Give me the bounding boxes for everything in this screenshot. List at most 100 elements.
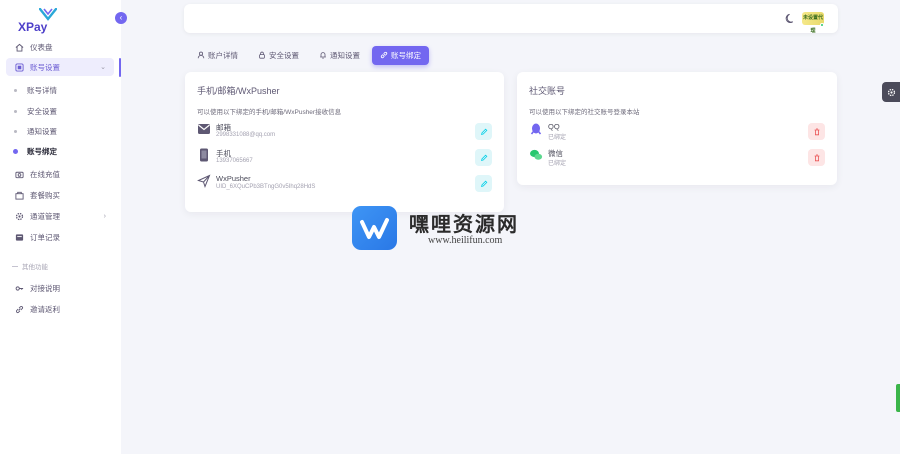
binding-row-email: 邮箱 2998331088@qq.com: [197, 120, 492, 144]
floating-side-tab[interactable]: [896, 384, 900, 412]
package-icon: [14, 190, 24, 200]
phone-icon: [200, 148, 208, 162]
sidebar-item-recharge[interactable]: 在线充值: [6, 165, 114, 183]
social-row-wechat: 微信 已绑定: [529, 146, 825, 170]
edit-icon: [480, 128, 487, 135]
account-tabs: 账户详情 安全设置 通知设置 账号绑定: [189, 46, 429, 65]
sidebar-subitem-label: 账号绑定: [27, 146, 57, 156]
sidebar-item-channels[interactable]: 通道管理 ›: [6, 207, 114, 225]
sidebar-subitem-account-details[interactable]: 账号详情: [14, 83, 57, 97]
sidebar: XPay 仪表盘 账号设置 ⌄ 账号详情 安全设置 通知设置 账号绑定 在线充值…: [0, 0, 121, 454]
key-icon: [14, 283, 24, 293]
account-settings-icon: [14, 62, 24, 72]
bullet-icon: [14, 129, 17, 133]
account-value: 2998331088@qq.com: [216, 132, 276, 138]
section-label-text: 其他功能: [22, 264, 48, 271]
social-row-qq: QQ 已绑定: [529, 120, 825, 144]
sidebar-item-packages[interactable]: 套餐购买: [6, 186, 114, 204]
sidebar-item-label: 套餐购买: [30, 190, 60, 200]
mail-icon: [198, 124, 210, 134]
active-indicator: [119, 58, 121, 77]
online-status-dot: [820, 23, 824, 27]
tab-security[interactable]: 安全设置: [250, 46, 307, 65]
card-description: 可以使用以下绑定的社交账号登录本站: [529, 109, 640, 116]
social-accounts-card: 社交账号 可以使用以下绑定的社交账号登录本站 QQ 已绑定 微信 已绑定: [517, 72, 837, 185]
watermark-url: www.heilifun.com: [428, 235, 503, 246]
unbind-qq-button[interactable]: [808, 123, 825, 140]
account-value: UID_6XQuCPb3BTngG0v5Ihq28HdS: [216, 184, 316, 190]
tab-account-details[interactable]: 账户详情: [189, 46, 246, 65]
tab-notifications[interactable]: 通知设置: [311, 46, 368, 65]
edit-icon: [480, 154, 487, 161]
sidebar-item-label: 仪表盘: [30, 42, 53, 52]
top-navbar: 未设置代理: [184, 4, 838, 34]
home-icon: [14, 42, 24, 52]
wechat-icon: [530, 149, 543, 160]
account-name: WxPusher: [216, 174, 251, 183]
moon-icon[interactable]: [785, 13, 796, 24]
sidebar-subitem-security[interactable]: 安全设置: [14, 104, 57, 118]
tab-label: 安全设置: [269, 51, 299, 60]
sidebar-item-label: 通道管理: [30, 211, 60, 221]
receipt-icon: [14, 232, 24, 242]
edit-wxpusher-button[interactable]: [475, 175, 492, 192]
bullet-icon: [14, 88, 17, 92]
bullet-icon: [14, 109, 17, 113]
account-status: 已绑定: [548, 135, 567, 141]
account-name: QQ: [548, 122, 560, 131]
edit-phone-button[interactable]: [475, 149, 492, 166]
sidebar-item-account-settings[interactable]: 账号设置 ⌄: [6, 58, 114, 76]
sidebar-subitem-label: 账号详情: [27, 85, 57, 95]
unbind-wechat-button[interactable]: [808, 149, 825, 166]
tab-account-binding[interactable]: 账号绑定: [372, 46, 429, 65]
sidebar-subitem-label: 安全设置: [27, 106, 57, 116]
qq-icon: [530, 123, 542, 135]
sidebar-section-label: 其他功能: [12, 261, 48, 271]
sidebar-subitem-notifications[interactable]: 通知设置: [14, 124, 57, 138]
send-icon: [197, 174, 211, 188]
tab-label: 账号绑定: [391, 51, 421, 60]
tab-label: 账户详情: [208, 51, 238, 60]
gear-icon: [887, 88, 895, 96]
sidebar-subitem-account-binding[interactable]: 账号绑定: [13, 144, 57, 158]
sidebar-item-referral[interactable]: 邀请返利: [6, 300, 114, 318]
sidebar-item-label: 在线充值: [30, 169, 60, 179]
gear-icon: [14, 211, 24, 221]
trash-icon: [814, 154, 819, 161]
customizer-toggle-button[interactable]: [882, 82, 900, 102]
bell-icon: [319, 51, 327, 61]
watermark-title: 嘿哩资源网: [409, 214, 519, 236]
binding-card: 手机/邮箱/WxPusher 可以使用以下绑定的手机/邮箱/WxPusher接收…: [185, 72, 504, 212]
divider: [12, 265, 18, 267]
logo-mark-icon: [39, 8, 57, 21]
edit-icon: [480, 180, 487, 187]
sidebar-item-orders[interactable]: 订单记录: [6, 228, 114, 246]
binding-row-phone: 手机 13937065667: [197, 146, 492, 170]
link-icon: [380, 51, 388, 61]
binding-row-wxpusher: WxPusher UID_6XQuCPb3BTngG0v5Ihq28HdS: [197, 172, 492, 196]
account-value: 13937065667: [216, 158, 253, 164]
sidebar-item-label: 邀请返利: [30, 304, 60, 314]
camera-icon: [14, 169, 24, 179]
sidebar-item-integration-docs[interactable]: 对接说明: [6, 279, 114, 297]
card-description: 可以使用以下绑定的手机/邮箱/WxPusher接收信息: [197, 109, 342, 116]
sidebar-item-label: 订单记录: [30, 232, 60, 242]
sidebar-collapse-button[interactable]: ‹: [115, 12, 127, 24]
tab-label: 通知设置: [330, 51, 360, 60]
watermark: 嘿哩资源网 www.heilifun.com: [352, 206, 552, 254]
account-status: 已绑定: [548, 161, 567, 167]
trash-icon: [814, 128, 819, 135]
sidebar-item-dashboard[interactable]: 仪表盘: [6, 38, 114, 56]
card-title: 手机/邮箱/WxPusher: [197, 86, 280, 96]
lock-icon: [258, 51, 266, 61]
watermark-logo-icon: [352, 206, 397, 250]
bullet-icon: [13, 148, 18, 154]
sidebar-item-label: 账号设置: [30, 62, 60, 72]
card-title: 社交账号: [529, 86, 566, 96]
app-logo[interactable]: XPay: [18, 8, 58, 34]
sidebar-subitem-label: 通知设置: [27, 126, 57, 136]
chevron-down-icon: ⌄: [100, 64, 106, 71]
edit-email-button[interactable]: [475, 123, 492, 140]
user-icon: [197, 51, 205, 61]
sidebar-item-label: 对接说明: [30, 283, 60, 293]
